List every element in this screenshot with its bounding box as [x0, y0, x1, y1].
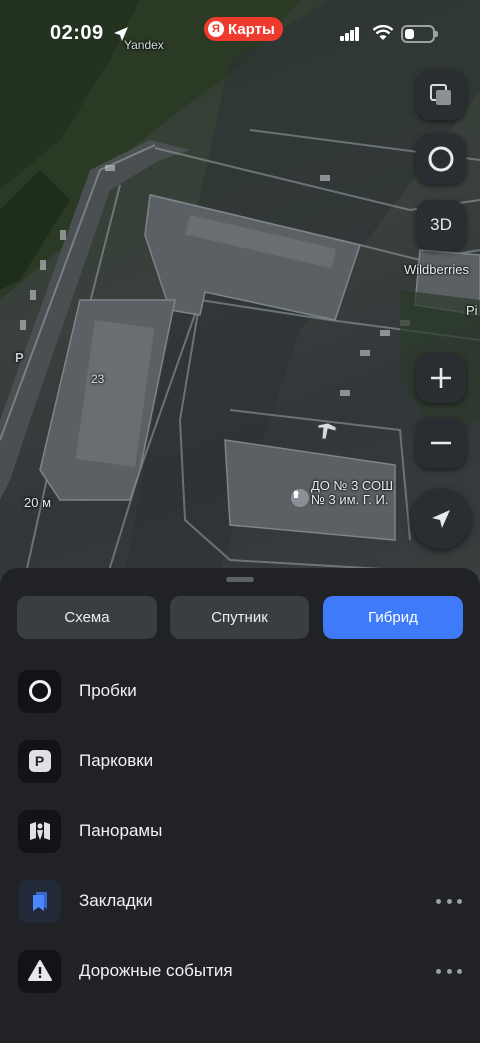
road-events-warning-icon [18, 949, 61, 993]
traffic-icon [428, 146, 454, 172]
navigation-arrow-icon [432, 510, 450, 528]
clock: 02:09 [50, 22, 104, 44]
poi-school-label[interactable]: ДО № 3 СОШ № 3 им. Г. И. [311, 479, 406, 507]
layer-row-parking[interactable]: P Парковки [0, 731, 480, 791]
app-name: Карты [228, 20, 275, 38]
poi-cut-label[interactable]: Pi [466, 303, 478, 318]
layer-row-panoramas[interactable]: Панорамы [0, 801, 480, 861]
map-canvas[interactable]: Yandex 23 20 м P Wildberries Pi ДО № 3 С… [0, 0, 480, 600]
battery-level [405, 29, 414, 39]
layer-row-road-events[interactable]: Дорожные события [0, 941, 480, 1001]
map-type-hybrid[interactable]: Гибрид [323, 596, 463, 639]
cellular-signal-icon [340, 27, 360, 46]
status-bar: 02:09 Я Карты [0, 0, 480, 70]
house-number-label: 23 [91, 372, 105, 386]
bookmarks-more-button[interactable] [436, 893, 462, 909]
parking-marker[interactable]: P [15, 350, 24, 365]
map-layers-sheet: Схема Спутник Гибрид Пробки P Парковки П… [0, 568, 480, 1043]
3d-button[interactable]: 3D [416, 200, 466, 250]
minus-icon [431, 441, 451, 445]
layers-button[interactable] [416, 70, 466, 120]
zoom-in-button[interactable] [416, 353, 466, 403]
layer-label: Закладки [79, 891, 153, 910]
layer-row-traffic[interactable]: Пробки [0, 661, 480, 721]
layer-label: Парковки [79, 751, 154, 770]
zoom-out-button[interactable] [416, 418, 466, 468]
yandex-logo-icon: Я [208, 21, 224, 37]
satellite-imagery [0, 0, 480, 600]
location-services-icon [112, 25, 130, 48]
back-to-app-pill[interactable]: Я Карты [204, 17, 283, 41]
panorama-icon [18, 809, 61, 853]
map-type-satellite[interactable]: Спутник [170, 596, 309, 639]
parking-icon: P [18, 739, 61, 783]
plus-icon [431, 368, 451, 388]
sheet-grabber[interactable] [226, 577, 254, 582]
parking-icon-glyph: P [28, 750, 51, 772]
road-events-more-button[interactable] [436, 963, 462, 979]
layer-label: Пробки [79, 681, 137, 700]
layer-label: Панорамы [79, 821, 163, 840]
battery-icon [401, 25, 438, 43]
map-type-scheme[interactable]: Схема [17, 596, 157, 639]
layer-row-bookmarks[interactable]: Закладки [0, 871, 480, 931]
school-poi-icon[interactable] [291, 489, 309, 507]
bookmarks-icon [18, 879, 61, 923]
3d-label: 3D [430, 215, 452, 234]
layer-label: Дорожные события [79, 961, 233, 980]
scale-label: 20 м [24, 495, 52, 510]
traffic-button[interactable] [416, 134, 466, 184]
wifi-icon [372, 24, 394, 46]
layers-icon [430, 84, 451, 105]
poi-wildberries-label[interactable]: Wildberries [404, 262, 469, 277]
my-location-button[interactable] [411, 489, 471, 549]
traffic-ring-icon [18, 669, 61, 713]
